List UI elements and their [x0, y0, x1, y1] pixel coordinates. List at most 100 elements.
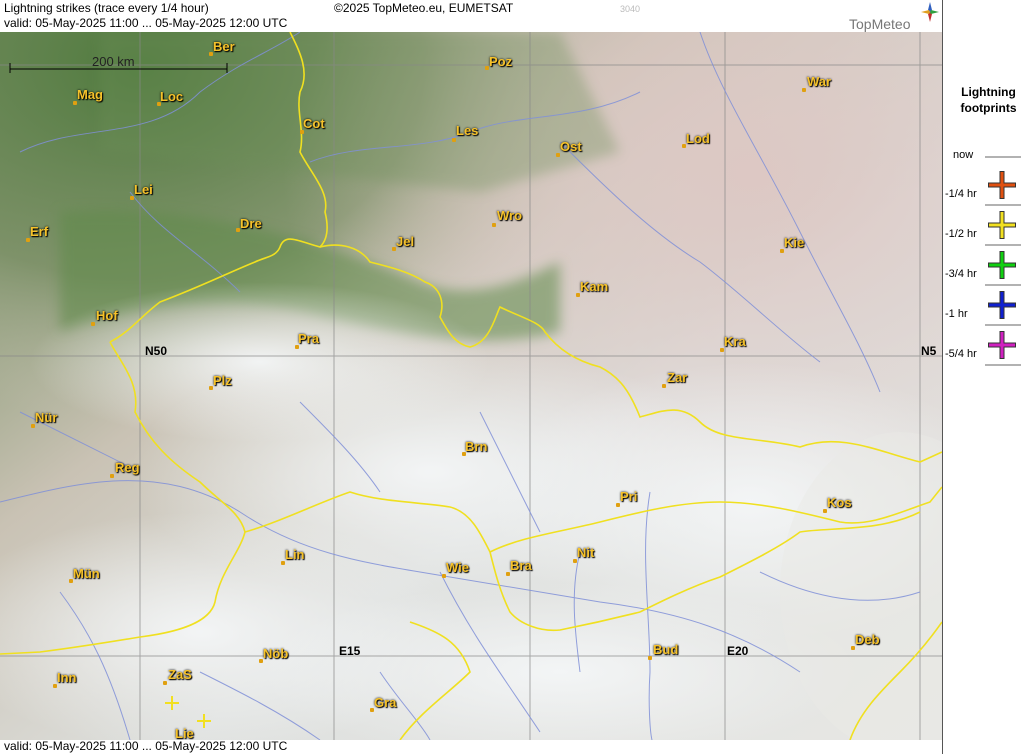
city-marker — [91, 322, 95, 326]
city-label: Brn — [465, 439, 488, 454]
footer-valid-text: valid: 05-May-2025 11:00 ... 05-May-2025… — [4, 739, 288, 753]
city-label: Lin — [285, 547, 305, 562]
city-marker — [452, 138, 456, 142]
city-marker — [259, 659, 263, 663]
city-marker — [110, 474, 114, 478]
grid-label-e15: E15 — [339, 644, 361, 658]
footer-valid: valid: 05-May-2025 11:00 ... 05-May-2025… — [0, 740, 942, 754]
legend-title-line1: Lightning — [961, 85, 1016, 99]
city-label: Nöb — [263, 646, 289, 661]
city-label: Jel — [396, 234, 415, 249]
city-marker — [209, 52, 213, 56]
legend-separator — [985, 204, 1021, 206]
city-marker — [462, 452, 466, 456]
legend-label: -3/4 hr — [945, 268, 977, 280]
city-label: Kam — [580, 279, 609, 294]
city-marker — [506, 572, 510, 576]
legend-label: -1/2 hr — [945, 228, 977, 240]
legend-label-now: now — [953, 149, 974, 161]
city-label: Plz — [213, 373, 232, 388]
lightning-strike-marker — [197, 714, 211, 728]
city-marker — [556, 153, 560, 157]
city-label: Les — [456, 123, 479, 138]
scale-label: 200 km — [92, 54, 135, 69]
city-marker — [157, 102, 161, 106]
city-marker — [573, 559, 577, 563]
city-marker — [392, 247, 396, 251]
city-marker — [780, 249, 784, 253]
city-marker — [26, 238, 30, 242]
city-marker — [73, 101, 77, 105]
city-label: Kra — [724, 334, 746, 349]
legend-label: -1/4 hr — [945, 188, 977, 200]
city-marker — [31, 424, 35, 428]
legend-separator — [985, 324, 1021, 326]
legend-cross-icon — [988, 291, 1016, 319]
city-label: Kos — [827, 495, 852, 510]
city-marker — [823, 509, 827, 513]
city-label: Lei — [134, 182, 153, 197]
grid-label-n50: N50 — [145, 344, 168, 358]
map-title: Lightning strikes (trace every 1/4 hour) — [4, 1, 209, 15]
city-label: Loc — [160, 89, 184, 104]
city-marker — [485, 66, 489, 70]
city-marker — [236, 228, 240, 232]
city-label: Ost — [560, 139, 582, 154]
city-label: Kie — [784, 235, 805, 250]
city-marker — [662, 384, 666, 388]
valid-time: valid: 05-May-2025 11:00 ... 05-May-2025… — [4, 16, 288, 30]
legend-separator — [985, 244, 1021, 246]
city-marker — [281, 561, 285, 565]
city-marker — [163, 681, 167, 685]
city-label: Zar — [667, 370, 688, 385]
city-label: Nit — [577, 545, 595, 560]
city-label: Deb — [855, 632, 880, 647]
city-marker — [851, 646, 855, 650]
city-label: Pri — [620, 489, 638, 504]
city-marker — [616, 503, 620, 507]
city-label: Lie — [175, 726, 194, 740]
header: Lightning strikes (trace every 1/4 hour)… — [0, 0, 942, 32]
city-label: Gra — [374, 695, 397, 710]
city-marker — [209, 386, 213, 390]
city-label: War — [807, 74, 832, 89]
city-label: Bra — [510, 558, 532, 573]
city-label: Pra — [298, 331, 319, 346]
city-marker — [130, 196, 134, 200]
city-marker — [492, 223, 496, 227]
legend-cross-icon — [988, 331, 1016, 359]
city-label: ZaS — [168, 667, 192, 682]
city-marker — [576, 293, 580, 297]
legend-now-line — [985, 156, 1021, 158]
grid-label-e20: E20 — [727, 644, 749, 658]
legend-separator — [985, 284, 1021, 286]
city-marker — [300, 130, 304, 134]
lightning-strike-marker — [165, 696, 179, 710]
city-label: Wie — [446, 560, 469, 575]
city-marker — [442, 574, 446, 578]
city-marker — [69, 579, 73, 583]
legend-cross-icon — [988, 211, 1016, 239]
legend-label: -1 hr — [945, 308, 968, 320]
legend-cross-icon — [988, 251, 1016, 279]
image-code: 3040 — [620, 4, 641, 14]
legend-separator — [985, 364, 1021, 366]
legend-cross-icon — [988, 171, 1016, 199]
city-label: Mün — [73, 566, 100, 581]
city-marker — [370, 708, 374, 712]
city-label: Bud — [653, 642, 679, 657]
legend-panel: Lightning footprints now -1/4 hr -1/2 hr -… — [942, 0, 1033, 754]
city-label: Inn — [57, 670, 77, 685]
city-label: Dre — [240, 216, 262, 231]
satellite-map[interactable]: 200 km N50 N5 E15 E20 Ber Poz War Mag Loc Cot… — [0, 32, 942, 740]
city-label: Cot — [303, 116, 325, 131]
city-label: Lod — [686, 131, 710, 146]
city-marker — [720, 348, 724, 352]
city-label: Ber — [213, 39, 235, 54]
brand-logo-text[interactable]: TopMeteo — [849, 16, 910, 32]
city-label: Wro — [497, 208, 523, 223]
city-label: Reg — [115, 460, 140, 475]
city-label: Mag — [77, 87, 103, 102]
map-base — [0, 32, 942, 740]
city-label: Hof — [96, 308, 118, 323]
